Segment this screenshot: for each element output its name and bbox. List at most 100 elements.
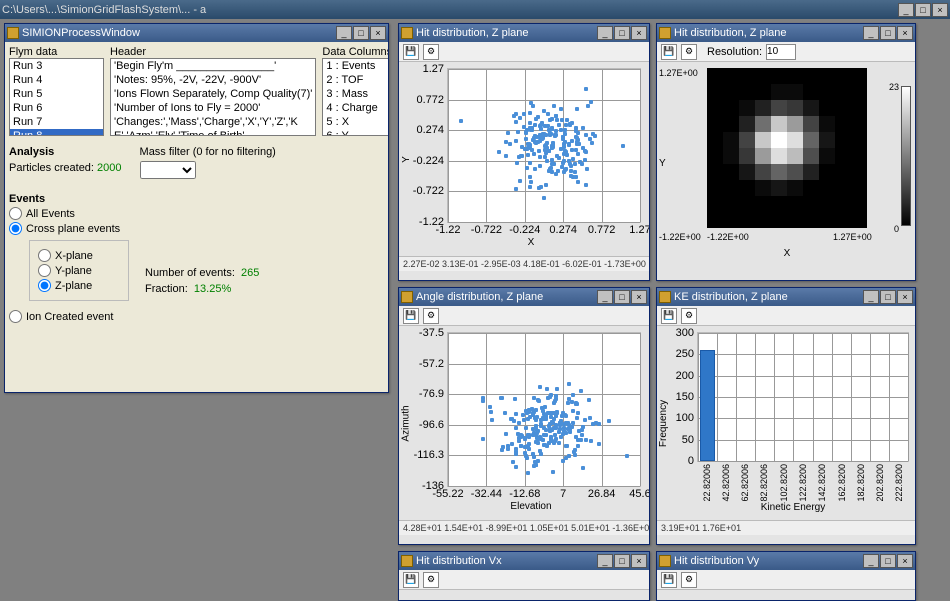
window-title: Hit distribution Vx (416, 555, 502, 567)
x-tick-right: 1.27E+00 (833, 232, 872, 242)
save-icon[interactable]: 💾 (661, 308, 677, 324)
window-icon (659, 291, 671, 303)
window-icon (7, 27, 19, 39)
maximize-button[interactable]: □ (614, 290, 630, 304)
maximize-button[interactable]: □ (880, 554, 896, 568)
status-bar: 2.27E-02 3.13E-01 -2.95E-03 4.18E-01 -6.… (399, 256, 649, 271)
tool-icon[interactable]: ⚙ (423, 572, 439, 588)
save-icon[interactable]: 💾 (661, 572, 677, 588)
bar-plot[interactable]: 050100150200250300 (697, 332, 909, 462)
close-button[interactable]: × (631, 26, 647, 40)
massfilter-label: Mass filter (0 for no filtering) (140, 146, 276, 158)
y-ticks: -136-116.3-96.6-76.9-57.2-37.5 (412, 333, 446, 486)
tool-icon[interactable]: ⚙ (423, 44, 439, 60)
save-icon[interactable]: 💾 (661, 44, 677, 60)
hit-z-scatter-window: Hit distribution, Z plane _□× 💾 ⚙ Y -1.2… (398, 23, 650, 281)
cols-label: Data Columns (322, 46, 388, 58)
tool-icon[interactable]: ⚙ (681, 572, 697, 588)
fraction-label: Fraction: (145, 283, 188, 295)
scatter-plot[interactable]: -136-116.3-96.6-76.9-57.2-37.5 -55.22-32… (447, 332, 641, 487)
minimize-button[interactable]: _ (863, 26, 879, 40)
close-button[interactable]: × (932, 3, 948, 17)
maximize-button[interactable]: □ (880, 26, 896, 40)
ion-created-radio[interactable]: Ion Created event (9, 310, 384, 323)
gridlines (698, 333, 908, 461)
save-icon[interactable]: 💾 (403, 572, 419, 588)
x-axis-label: X (707, 248, 867, 259)
app-window-controls: _ □ × (898, 3, 948, 17)
maximize-button[interactable]: □ (353, 26, 369, 40)
x-tick-left: -1.22E+00 (707, 232, 749, 242)
close-button[interactable]: × (897, 26, 913, 40)
mdi-workarea: SIMIONProcessWindow _ □ × Flym data Run … (0, 19, 950, 578)
massfilter-select[interactable] (140, 161, 196, 179)
window-titlebar[interactable]: KE distribution, Z plane _□× (657, 288, 915, 306)
plane-fieldset: X-plane Y-plane Z-plane (29, 240, 129, 301)
header-label: Header (110, 46, 316, 58)
flym-listbox[interactable]: Run 3Run 4Run 5Run 6Run 7Run 8Run 9 (9, 58, 104, 136)
angle-dist-window: Angle distribution, Z plane _□× 💾 ⚙ Azim… (398, 287, 650, 545)
y-axis-label: Y (659, 158, 666, 169)
save-icon[interactable]: 💾 (403, 308, 419, 324)
window-titlebar[interactable]: Hit distribution Vy _□× (657, 552, 915, 570)
minimize-button[interactable]: _ (597, 290, 613, 304)
close-button[interactable]: × (370, 26, 386, 40)
x-axis-label: Elevation (413, 501, 649, 512)
save-icon[interactable]: 💾 (403, 44, 419, 60)
minimize-button[interactable]: _ (597, 26, 613, 40)
hit-vx-window: Hit distribution Vx _□× 💾⚙ (398, 551, 650, 601)
fraction-value: 13.25% (194, 283, 231, 295)
close-button[interactable]: × (897, 290, 913, 304)
chart-toolbar: 💾 ⚙ (657, 306, 915, 326)
process-window-titlebar[interactable]: SIMIONProcessWindow _ □ × (5, 24, 388, 42)
resolution-input[interactable] (766, 44, 796, 60)
window-title: Angle distribution, Z plane (416, 291, 543, 303)
window-icon (659, 555, 671, 567)
window-icon (659, 27, 671, 39)
hit-z-heatmap-window: Hit distribution, Z plane _□× 💾 ⚙ Resolu… (656, 23, 916, 281)
zplane-radio[interactable]: Z-plane (38, 279, 120, 292)
legend-gradient (901, 86, 911, 226)
window-titlebar[interactable]: Angle distribution, Z plane _□× (399, 288, 649, 306)
maximize-button[interactable]: □ (915, 3, 931, 17)
close-button[interactable]: × (631, 554, 647, 568)
app-title: C:\Users\...\SimionGridFlashSystem\... -… (2, 4, 898, 16)
window-titlebar[interactable]: Hit distribution, Z plane _□× (657, 24, 915, 42)
numevents-label: Number of events: (145, 267, 235, 279)
heatmap-plot[interactable] (707, 68, 867, 228)
hit-vy-window: Hit distribution Vy _□× 💾⚙ (656, 551, 916, 601)
tool-icon[interactable]: ⚙ (423, 308, 439, 324)
events-heading: Events (9, 193, 384, 205)
cols-listbox[interactable]: 1 : Events2 : TOF3 : Mass4 : Charge5 : X… (322, 58, 388, 136)
header-listbox[interactable]: 'Begin Fly'm ________________''Notes: 95… (110, 58, 316, 136)
minimize-button[interactable]: _ (863, 554, 879, 568)
close-button[interactable]: × (631, 290, 647, 304)
minimize-button[interactable]: _ (863, 290, 879, 304)
yplane-radio[interactable]: Y-plane (38, 264, 120, 277)
particles-label: Particles created: (9, 162, 94, 174)
maximize-button[interactable]: □ (614, 26, 630, 40)
scatter-plot[interactable]: -1.22-0.722-0.2240.2740.7721.27 -1.22-0.… (447, 68, 641, 223)
maximize-button[interactable]: □ (880, 290, 896, 304)
window-icon (401, 555, 413, 567)
y-tick-bot: -1.22E+00 (659, 232, 701, 242)
x-ticks: -55.22-32.44-12.68726.8445.6 (448, 488, 640, 500)
particles-value: 2000 (97, 162, 121, 174)
flym-label: Flym data (9, 46, 104, 58)
window-titlebar[interactable]: Hit distribution, Z plane _□× (399, 24, 649, 42)
tool-icon[interactable]: ⚙ (681, 308, 697, 324)
legend-max: 23 (889, 82, 899, 92)
minimize-button[interactable]: _ (898, 3, 914, 17)
tool-icon[interactable]: ⚙ (681, 44, 697, 60)
minimize-button[interactable]: _ (597, 554, 613, 568)
window-titlebar[interactable]: Hit distribution Vx _□× (399, 552, 649, 570)
cross-plane-radio[interactable]: Cross plane events (9, 222, 384, 235)
minimize-button[interactable]: _ (336, 26, 352, 40)
close-button[interactable]: × (897, 554, 913, 568)
x-ticks: -1.22-0.722-0.2240.2740.7721.27 (448, 224, 640, 236)
maximize-button[interactable]: □ (614, 554, 630, 568)
all-events-radio[interactable]: All Events (9, 207, 384, 220)
xplane-radio[interactable]: X-plane (38, 249, 120, 262)
y-ticks: -1.22-0.722-0.2240.2740.7721.27 (412, 69, 446, 222)
legend-min: 0 (894, 224, 899, 234)
